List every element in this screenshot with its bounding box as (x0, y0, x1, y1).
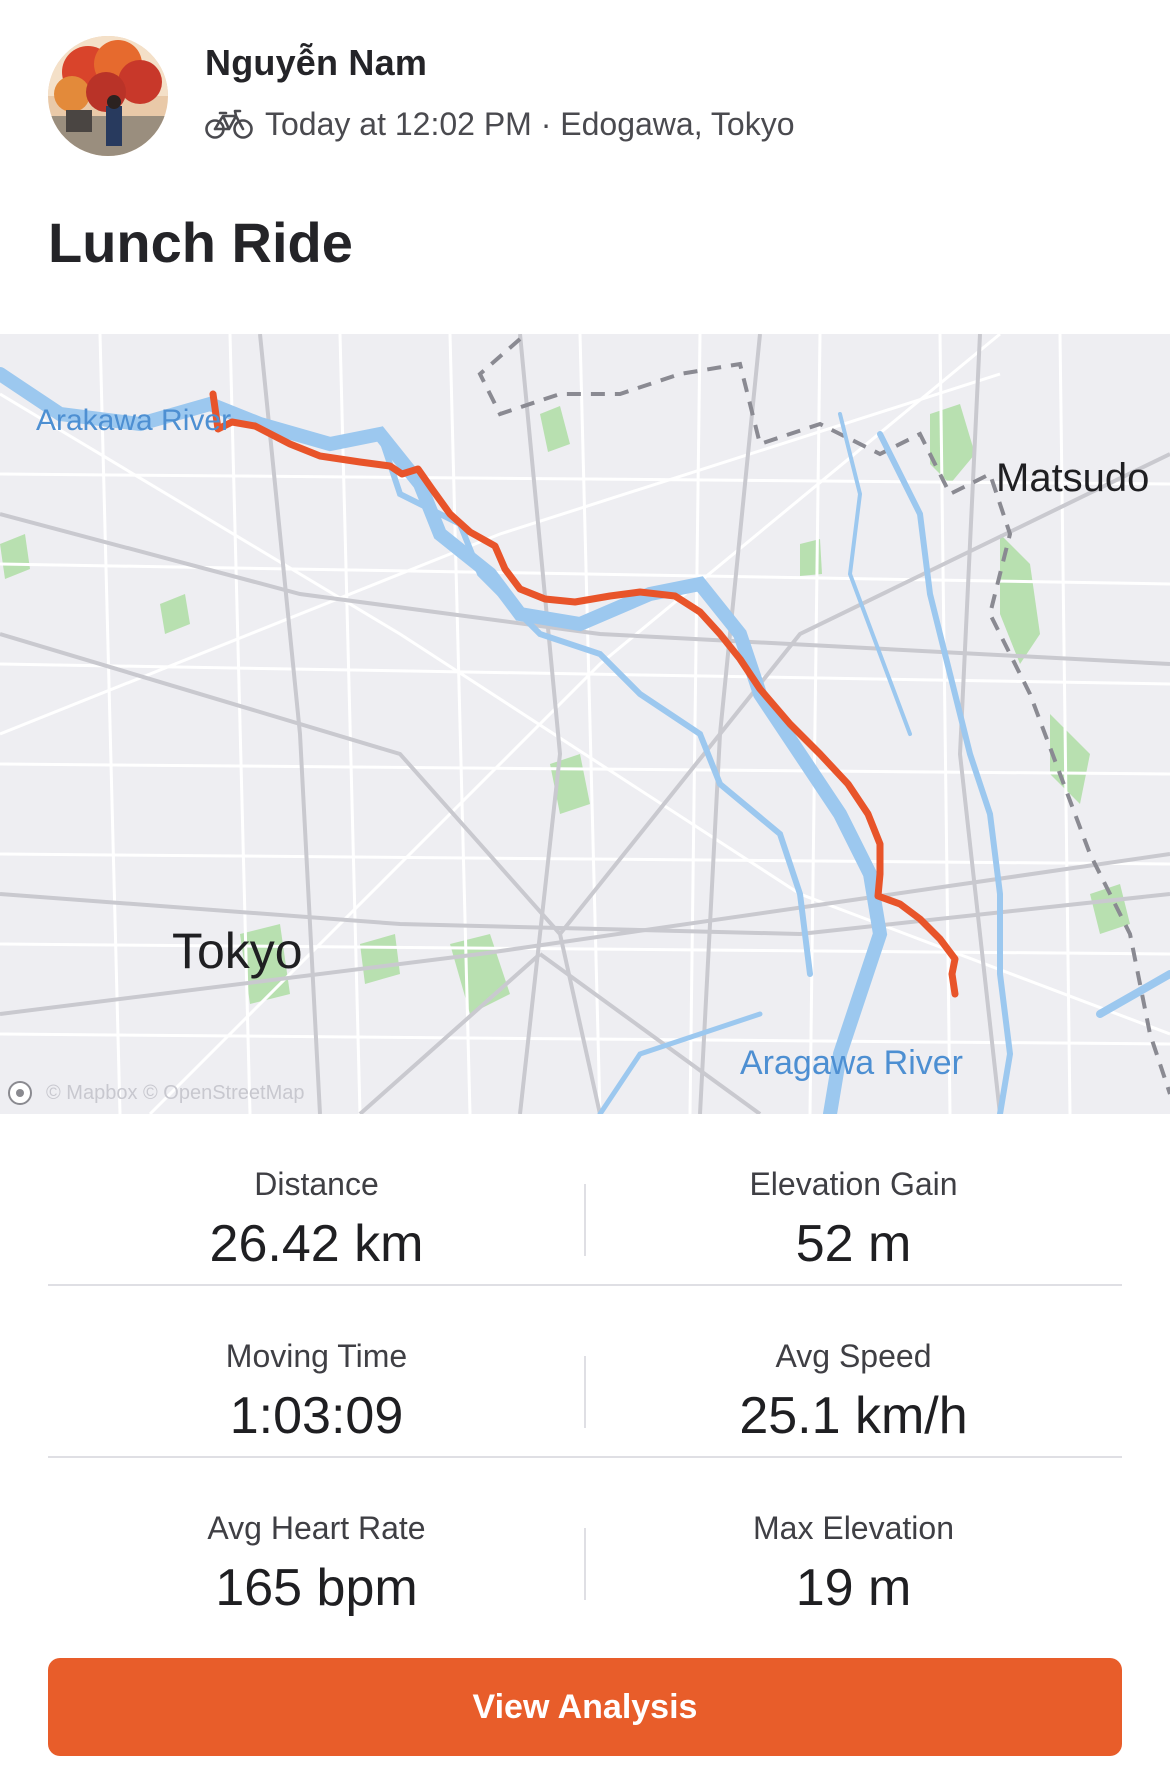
stat-max-elevation: Max Elevation 19 m (585, 1458, 1122, 1628)
stat-avg-heart-rate: Avg Heart Rate 165 bpm (48, 1458, 585, 1628)
mapbox-logo-icon (8, 1081, 32, 1105)
stat-row: Distance 26.42 km Elevation Gain 52 m (48, 1114, 1122, 1286)
attribution-text: © Mapbox © OpenStreetMap (46, 1081, 305, 1104)
route-map[interactable]: Arakawa River Matsudo Tokyo Aragawa Rive… (0, 334, 1170, 1114)
stat-moving-time: Moving Time 1:03:09 (48, 1286, 585, 1456)
stat-distance: Distance 26.42 km (48, 1114, 585, 1284)
activity-meta: Today at 12:02 PM · Edogawa, Tokyo (205, 102, 795, 146)
stat-row: Moving Time 1:03:09 Avg Speed 25.1 km/h (48, 1286, 1122, 1458)
avatar[interactable] (48, 36, 168, 156)
activity-stats: Distance 26.42 km Elevation Gain 52 m Mo… (48, 1114, 1122, 1628)
map-label-arakawa-river: Arakawa River (36, 404, 232, 437)
map-label-matsudo: Matsudo (996, 456, 1150, 500)
stat-elevation-gain: Elevation Gain 52 m (585, 1114, 1122, 1284)
stat-row: Avg Heart Rate 165 bpm Max Elevation 19 … (48, 1458, 1122, 1628)
activity-header: Nguyễn Nam Today at 12:02 PM · Edogawa, … (0, 0, 1170, 320)
map-label-tokyo: Tokyo (172, 923, 303, 979)
stat-value: 52 m (795, 1215, 912, 1273)
stat-value: 1:03:09 (229, 1387, 404, 1445)
stat-value: 26.42 km (209, 1215, 424, 1273)
avatar-photo (48, 36, 168, 156)
athlete-name[interactable]: Nguyễn Nam (205, 42, 427, 84)
stat-value: 25.1 km/h (739, 1387, 968, 1445)
stat-label: Avg Heart Rate (207, 1510, 426, 1546)
bike-icon (205, 109, 253, 139)
stat-value: 165 bpm (215, 1559, 418, 1617)
activity-date-location: Today at 12:02 PM · Edogawa, Tokyo (265, 105, 795, 142)
stat-avg-speed: Avg Speed 25.1 km/h (585, 1286, 1122, 1456)
stat-label: Moving Time (225, 1338, 408, 1374)
stat-label: Max Elevation (753, 1510, 954, 1546)
stat-value: 19 m (795, 1559, 912, 1617)
view-analysis-button[interactable]: View Analysis (48, 1658, 1122, 1756)
stat-label: Distance (254, 1166, 379, 1202)
map-label-aragawa-river: Aragawa River (740, 1044, 963, 1082)
activity-title[interactable]: Lunch Ride (48, 210, 353, 275)
stat-label: Elevation Gain (749, 1166, 958, 1202)
stat-label: Avg Speed (775, 1338, 932, 1374)
map-attribution[interactable]: © Mapbox © OpenStreetMap (8, 1078, 305, 1108)
map-canvas (0, 334, 1170, 1114)
